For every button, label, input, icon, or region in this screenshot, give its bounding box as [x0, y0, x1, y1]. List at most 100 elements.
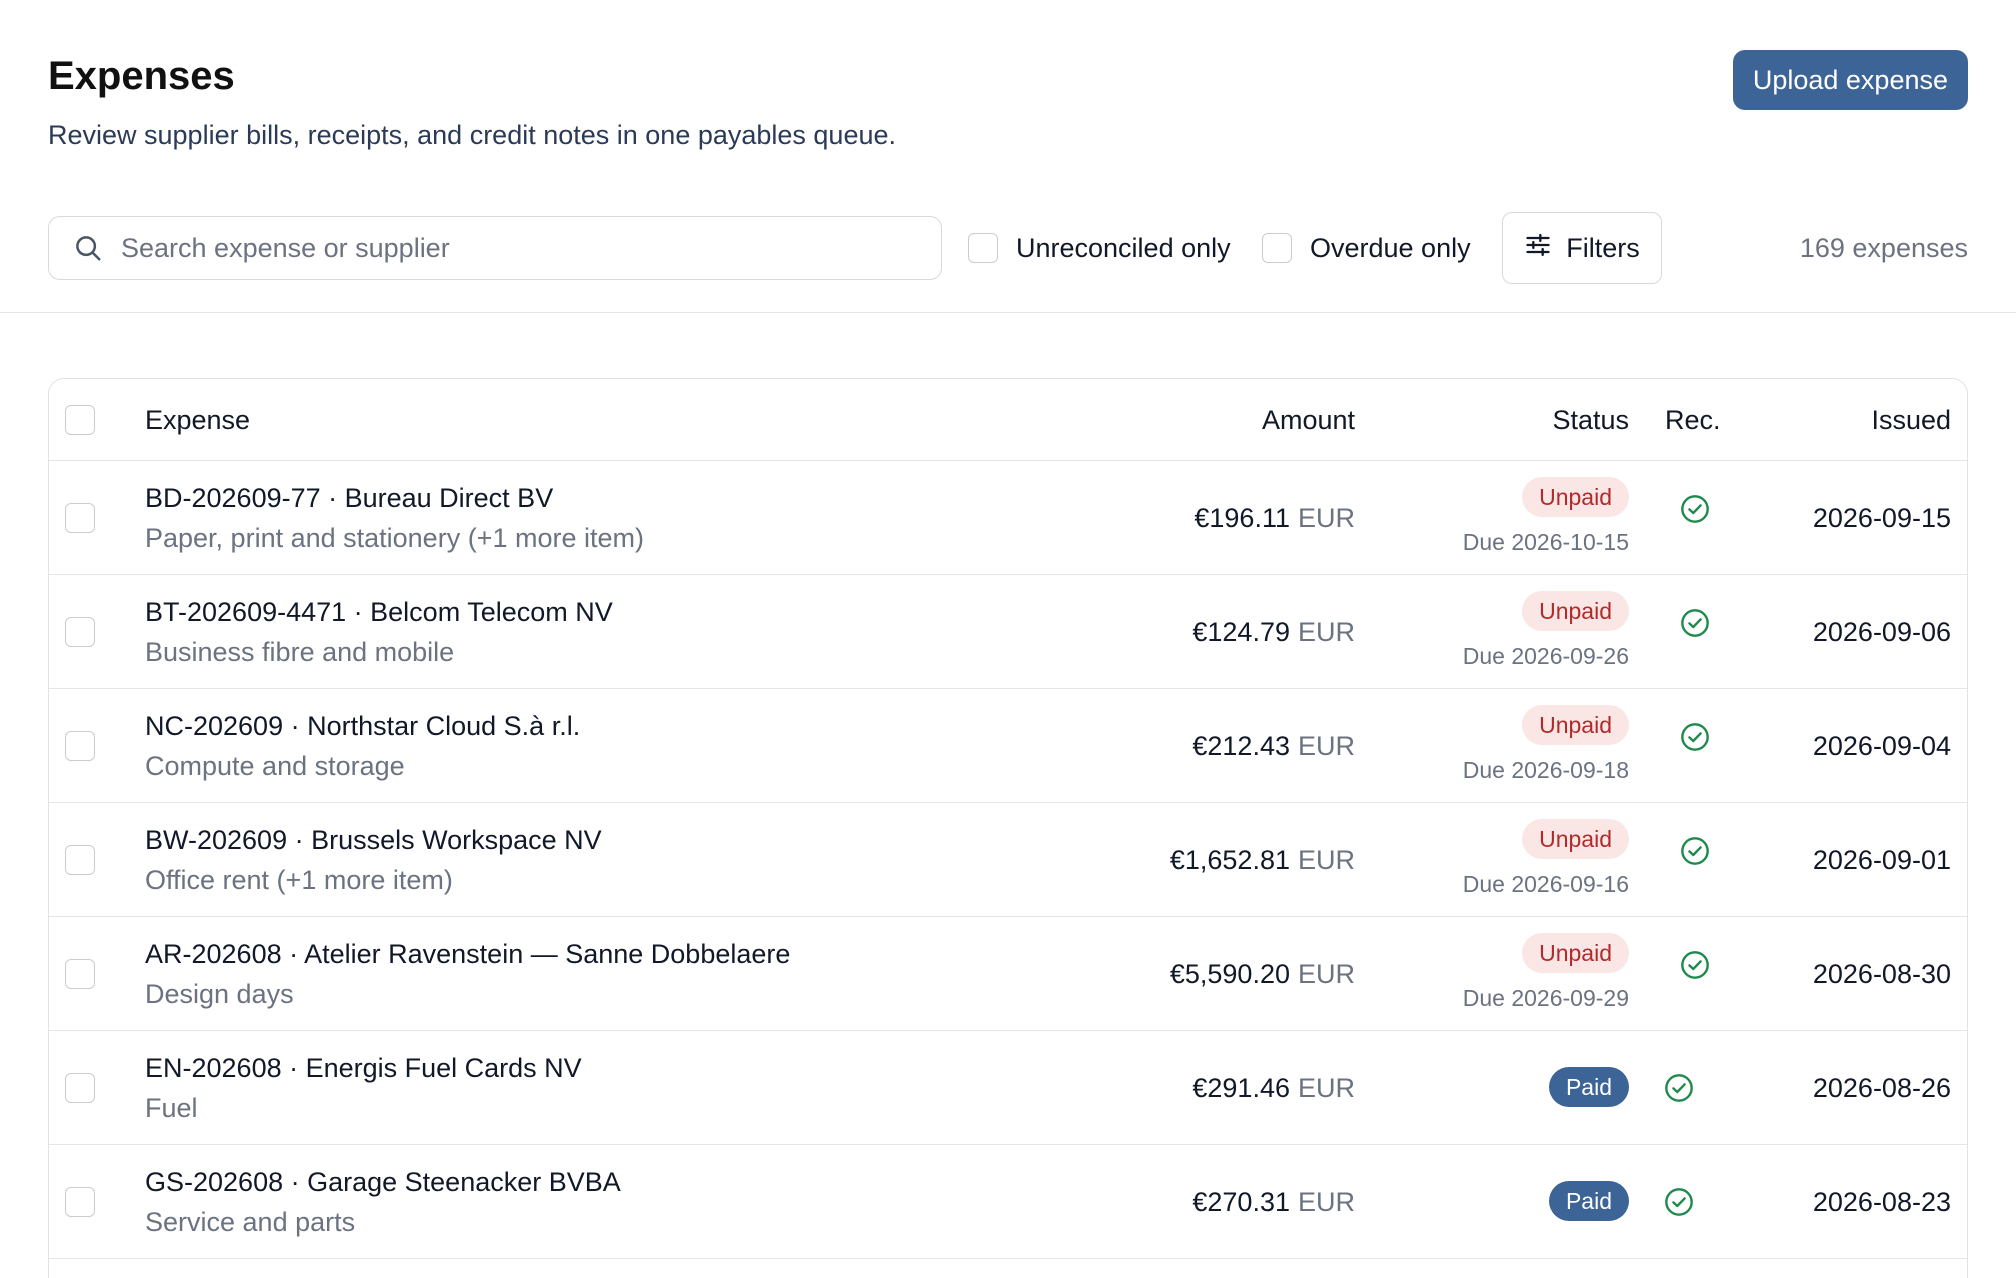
column-status[interactable]: Status [1552, 379, 1629, 461]
due-date: Due 2026-10-15 [1462, 529, 1629, 555]
search-box[interactable] [48, 216, 942, 280]
table-body: BD-202609-77 · Bureau Direct BV Paper, pr… [49, 461, 1967, 1259]
row-checkbox[interactable] [65, 844, 95, 875]
due-date: Due 2026-09-26 [1462, 643, 1629, 669]
amount-currency: EUR [1297, 958, 1355, 989]
issued-date: 2026-09-01 [1812, 844, 1951, 875]
status-badge: Unpaid [1522, 477, 1629, 517]
status-badge: Unpaid [1522, 705, 1629, 745]
amount-value: €196.11 [1194, 502, 1290, 533]
table-row[interactable]: BW-202609 · Brussels Workspace NV Office … [49, 803, 1967, 917]
column-issued[interactable]: Issued [1871, 379, 1951, 461]
issued-date: 2026-09-15 [1812, 502, 1951, 533]
expense-amount: €124.79 EUR [1192, 575, 1355, 689]
expense-description: Design days [145, 979, 294, 1009]
expense-title[interactable]: BW-202609 · Brussels Workspace NV [145, 825, 602, 856]
page-subtitle: Review supplier bills, receipts, and cre… [48, 120, 896, 150]
page-header: Expenses Review supplier bills, receipts… [48, 48, 1968, 152]
table-row[interactable]: NC-202609 · Northstar Cloud S.à r.l. Comp… [49, 689, 1967, 803]
column-expense[interactable]: Expense [145, 379, 250, 461]
row-checkbox[interactable] [65, 1186, 95, 1217]
expense-amount: €291.46 EUR [1192, 1031, 1355, 1145]
amount-currency: EUR [1297, 502, 1355, 533]
check-circle-icon [1679, 803, 1711, 917]
status-badge: Unpaid [1522, 933, 1629, 973]
search-input[interactable] [119, 231, 941, 265]
status-badge: Unpaid [1522, 819, 1629, 859]
overdue-label: Overdue only [1310, 232, 1471, 263]
column-amount[interactable]: Amount [1262, 379, 1355, 461]
row-checkbox[interactable] [65, 730, 95, 761]
amount-value: €212.43 [1192, 730, 1290, 761]
issued-date: 2026-09-06 [1812, 616, 1951, 647]
expense-title[interactable]: EN-202608 · Energis Fuel Cards NV [145, 1053, 582, 1084]
check-circle-icon [1663, 1145, 1695, 1259]
status-badge: Paid [1548, 1181, 1629, 1221]
amount-currency: EUR [1297, 1186, 1355, 1217]
status-cell: Unpaid Due 2026-09-26 [1409, 575, 1629, 689]
amount-value: €291.46 [1192, 1072, 1290, 1103]
expenses-page: Expenses Review supplier bills, receipts… [0, 0, 2016, 1278]
table-row[interactable]: GS-202608 · Garage Steenacker BVBA Servic… [49, 1145, 1967, 1259]
unreconciled-checkbox[interactable] [968, 233, 998, 263]
expense-title[interactable]: GS-202608 · Garage Steenacker BVBA [145, 1167, 621, 1198]
expense-amount: €196.11 EUR [1194, 461, 1355, 575]
status-cell: Unpaid Due 2026-09-29 [1409, 917, 1629, 1031]
column-reconciled[interactable]: Rec. [1665, 379, 1721, 461]
check-circle-icon [1679, 461, 1711, 575]
due-date: Due 2026-09-18 [1462, 757, 1629, 783]
status-cell: Unpaid Due 2026-09-18 [1409, 689, 1629, 803]
expenses-table: Expense Amount Status Rec. Issued BD-202… [48, 378, 1968, 1278]
status-badge: Paid [1548, 1067, 1629, 1107]
expense-title[interactable]: NC-202609 · Northstar Cloud S.à r.l. [145, 711, 580, 742]
select-all-checkbox[interactable] [65, 404, 95, 435]
search-icon [73, 231, 107, 265]
expense-description: Business fibre and mobile [145, 637, 455, 667]
expense-title[interactable]: BD-202609-77 · Bureau Direct BV [145, 483, 553, 514]
check-circle-icon [1679, 689, 1711, 803]
overdue-filter[interactable]: Overdue only [1262, 212, 1471, 284]
status-cell: Paid [1409, 1145, 1629, 1259]
upload-expense-button[interactable]: Upload expense [1732, 50, 1968, 110]
expense-count: 169 expenses [1799, 232, 1968, 263]
expense-title[interactable]: BT-202609-4471 · Belcom Telecom NV [145, 597, 613, 628]
row-checkbox[interactable] [65, 958, 95, 989]
amount-value: €270.31 [1192, 1186, 1290, 1217]
amount-value: €1,652.81 [1169, 844, 1290, 875]
check-circle-icon [1679, 917, 1711, 1031]
issued-date: 2026-09-04 [1812, 730, 1951, 761]
unreconciled-filter[interactable]: Unreconciled only [968, 212, 1231, 284]
status-cell: Paid [1409, 1031, 1629, 1145]
filters-label: Filters [1566, 232, 1640, 263]
expense-title[interactable]: AR-202608 · Atelier Ravenstein — Sanne D… [145, 939, 790, 970]
issued-date: 2026-08-23 [1812, 1186, 1951, 1217]
expense-description: Fuel [145, 1093, 198, 1123]
table-row[interactable]: EN-202608 · Energis Fuel Cards NV Fuel €29… [49, 1031, 1967, 1145]
row-checkbox[interactable] [65, 502, 95, 533]
row-checkbox[interactable] [65, 616, 95, 647]
status-cell: Unpaid Due 2026-10-15 [1409, 461, 1629, 575]
toolbar: Unreconciled only Overdue only Filters 1… [48, 212, 1968, 284]
unreconciled-label: Unreconciled only [1016, 232, 1231, 263]
row-checkbox[interactable] [65, 1072, 95, 1103]
amount-value: €5,590.20 [1169, 958, 1290, 989]
table-row[interactable]: BT-202609-4471 · Belcom Telecom NV Busine… [49, 575, 1967, 689]
amount-currency: EUR [1297, 844, 1355, 875]
amount-value: €124.79 [1192, 616, 1290, 647]
check-circle-icon [1663, 1031, 1695, 1145]
table-row[interactable]: BD-202609-77 · Bureau Direct BV Paper, pr… [49, 461, 1967, 575]
amount-currency: EUR [1297, 730, 1355, 761]
expense-description: Compute and storage [145, 751, 405, 781]
expense-amount: €270.31 EUR [1192, 1145, 1355, 1259]
table-header: Expense Amount Status Rec. Issued [49, 379, 1967, 461]
table-row[interactable]: AR-202608 · Atelier Ravenstein — Sanne D… [49, 917, 1967, 1031]
filters-button[interactable]: Filters [1502, 212, 1662, 284]
expense-description: Office rent (+1 more item) [145, 865, 453, 895]
due-date: Due 2026-09-29 [1462, 985, 1629, 1011]
expense-amount: €212.43 EUR [1192, 689, 1355, 803]
overdue-checkbox[interactable] [1262, 233, 1292, 263]
status-badge: Unpaid [1522, 591, 1629, 631]
toolbar-divider [0, 312, 2016, 313]
expense-amount: €5,590.20 EUR [1170, 917, 1355, 1031]
page-title: Expenses [48, 54, 235, 98]
